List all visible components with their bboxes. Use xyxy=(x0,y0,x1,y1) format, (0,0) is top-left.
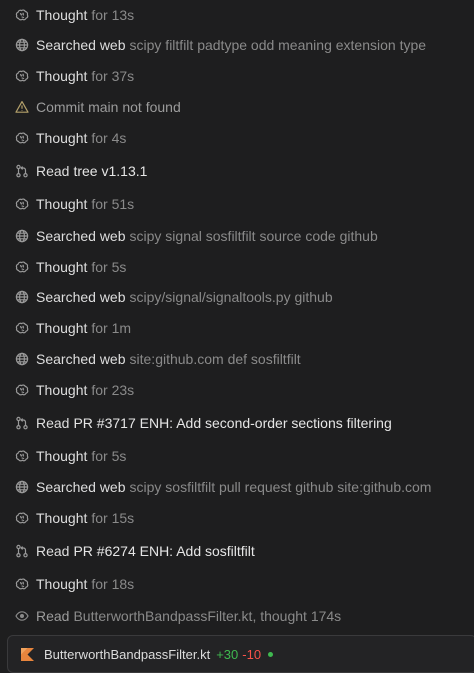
globe-icon xyxy=(15,229,29,243)
step-detail: for 23s xyxy=(91,382,135,398)
step-detail: PR #3717 ENH: Add second-order sections … xyxy=(73,415,392,431)
step-detail: for 5s xyxy=(91,448,127,464)
step-thought[interactable]: Thought for 23s xyxy=(0,378,474,402)
step-label: Read xyxy=(36,543,70,559)
brain-icon xyxy=(15,449,29,463)
step-read-pr[interactable]: Read PR #6274 ENH: Add sosfiltfilt xyxy=(0,539,474,563)
step-detail: site:github.com def sosfiltfilt xyxy=(129,351,301,367)
step-read-file[interactable]: Read ButterworthBandpassFilter.kt, thoug… xyxy=(0,604,474,628)
globe-icon xyxy=(15,480,29,494)
step-search[interactable]: Searched web scipy filtfilt padtype odd … xyxy=(0,33,474,57)
step-label: Searched web xyxy=(36,351,126,367)
step-detail: tree v1.13.1 xyxy=(73,163,148,179)
step-label: Thought xyxy=(36,196,88,212)
lines-added: +30 xyxy=(216,646,239,662)
lines-removed: -10 xyxy=(242,646,262,662)
step-thought[interactable]: Thought for 13s xyxy=(0,3,474,27)
step-detail: scipy sosfiltfilt pull request github si… xyxy=(129,479,432,495)
brain-icon xyxy=(15,383,29,397)
step-detail: scipy signal sosfiltfilt source code git… xyxy=(129,228,378,244)
globe-icon xyxy=(15,352,29,366)
brain-icon xyxy=(15,69,29,83)
step-label: Thought xyxy=(36,510,88,526)
step-detail: for 51s xyxy=(91,196,135,212)
brain-icon xyxy=(15,260,29,274)
step-detail: for 4s xyxy=(91,130,127,146)
step-label: Read xyxy=(36,415,70,431)
step-search[interactable]: Searched web scipy sosfiltfilt pull requ… xyxy=(0,475,474,499)
brain-icon xyxy=(15,8,29,22)
file-change-bar[interactable]: ButterworthBandpassFilter.kt +30 -10 xyxy=(7,635,474,673)
file-name[interactable]: ButterworthBandpassFilter.kt xyxy=(44,647,210,662)
brain-icon xyxy=(15,321,29,335)
warning-icon xyxy=(15,100,29,114)
step-label: Searched web xyxy=(36,37,126,53)
eye-icon xyxy=(15,609,29,623)
step-thought[interactable]: Thought for 5s xyxy=(0,444,474,468)
step-thought[interactable]: Thought for 51s xyxy=(0,192,474,216)
step-detail: ButterworthBandpassFilter.kt, thought 17… xyxy=(73,608,342,624)
git-branch-icon xyxy=(15,164,29,178)
step-label: Thought xyxy=(36,448,88,464)
step-detail: for 13s xyxy=(91,7,135,23)
step-label: Searched web xyxy=(36,289,126,305)
step-detail: for 37s xyxy=(91,68,135,84)
step-detail: for 5s xyxy=(91,259,127,275)
step-search[interactable]: Searched web scipy signal sosfiltfilt so… xyxy=(0,224,474,248)
step-label: Searched web xyxy=(36,228,126,244)
step-label: Thought xyxy=(36,259,88,275)
step-label: Thought xyxy=(36,7,88,23)
step-detail: for 15s xyxy=(91,510,135,526)
brain-icon xyxy=(15,577,29,591)
step-read[interactable]: Read tree v1.13.1 xyxy=(0,159,474,183)
step-label: Thought xyxy=(36,68,88,84)
step-detail: for 18s xyxy=(91,576,135,592)
globe-icon xyxy=(15,290,29,304)
step-label: Commit main not found xyxy=(36,99,181,115)
brain-icon xyxy=(15,131,29,145)
step-label: Read xyxy=(36,163,70,179)
git-pr-icon xyxy=(15,544,29,558)
step-search[interactable]: Searched web site:github.com def sosfilt… xyxy=(0,347,474,371)
step-detail: PR #6274 ENH: Add sosfiltfilt xyxy=(73,543,255,559)
git-pr-icon xyxy=(15,416,29,430)
step-thought[interactable]: Thought for 37s xyxy=(0,64,474,88)
step-thought[interactable]: Thought for 15s xyxy=(0,506,474,530)
step-label: Thought xyxy=(36,576,88,592)
brain-icon xyxy=(15,511,29,525)
step-label: Read xyxy=(36,608,70,624)
step-label: Searched web xyxy=(36,479,126,495)
globe-icon xyxy=(15,38,29,52)
step-thought[interactable]: Thought for 5s xyxy=(0,255,474,279)
step-label: Thought xyxy=(36,382,88,398)
step-warning[interactable]: Commit main not found xyxy=(0,95,474,119)
step-search[interactable]: Searched web scipy/signal/signaltools.py… xyxy=(0,285,474,309)
step-label: Thought xyxy=(36,320,88,336)
step-detail: for 1m xyxy=(91,320,132,336)
step-label: Thought xyxy=(36,130,88,146)
step-detail: scipy filtfilt padtype odd meaning exten… xyxy=(129,37,427,53)
step-thought[interactable]: Thought for 1m xyxy=(0,316,474,340)
step-read-pr[interactable]: Read PR #3717 ENH: Add second-order sect… xyxy=(0,411,474,435)
activity-log: Thought for 13s Searched web scipy filtf… xyxy=(0,0,474,673)
kotlin-file-icon xyxy=(21,647,34,661)
step-detail: scipy/signal/signaltools.py github xyxy=(129,289,333,305)
status-dot xyxy=(268,651,274,657)
step-thought[interactable]: Thought for 4s xyxy=(0,126,474,150)
step-thought[interactable]: Thought for 18s xyxy=(0,572,474,596)
brain-icon xyxy=(15,197,29,211)
